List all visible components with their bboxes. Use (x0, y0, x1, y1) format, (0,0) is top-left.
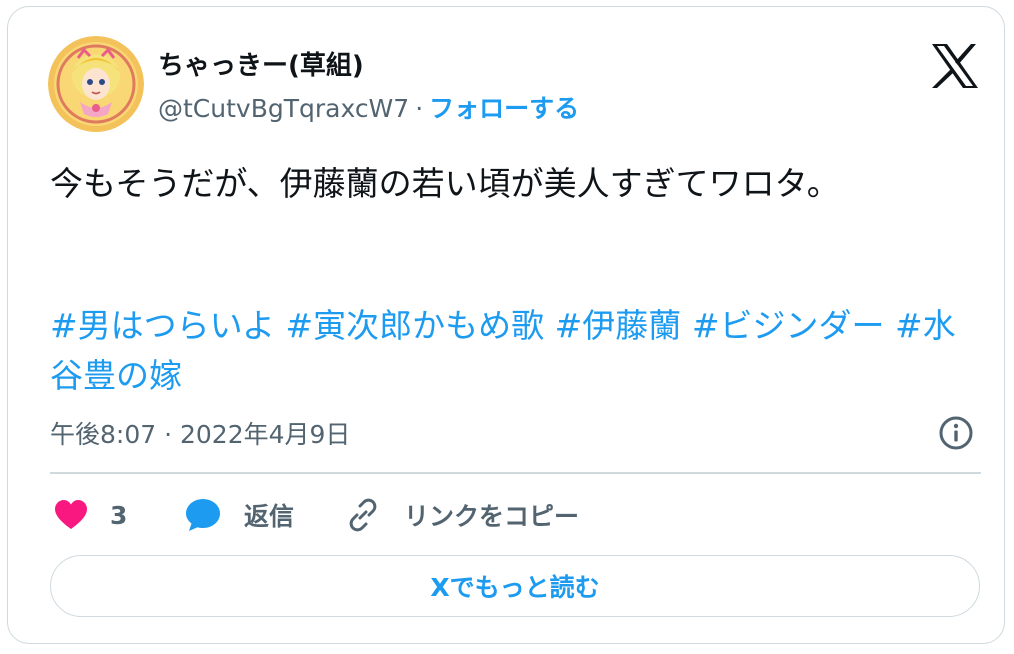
hashtag-link[interactable]: #男はつらいよ (50, 306, 275, 345)
copy-link-label: リンクをコピー (404, 502, 580, 531)
hashtag-link[interactable]: #寅次郎かもめ歌 (286, 306, 545, 345)
author-handle-row: @tCutvBgTqraxcW7 · フォローする (158, 89, 579, 125)
like-button[interactable]: 3 (54, 495, 127, 535)
tweet-text: 今もそうだが、伊藤蘭の若い頃が美人すぎてワロタ。 (50, 164, 840, 203)
like-count: 3 (110, 500, 128, 530)
copy-link-button[interactable]: リンクをコピー (346, 495, 579, 535)
x-logo-icon[interactable] (930, 43, 980, 89)
hashtag-list: #男はつらいよ #寅次郎かもめ歌 #伊藤蘭 #ビジンダー #水谷豊の嫁 (50, 301, 980, 401)
heart-icon (55, 500, 87, 529)
separator-dot: · (415, 94, 424, 123)
divider (50, 472, 981, 474)
follow-button[interactable]: フォローする (429, 94, 579, 123)
author-avatar[interactable] (48, 36, 144, 132)
reply-bubble-icon (186, 499, 220, 531)
read-more-button[interactable]: Xでもっと読む (50, 555, 980, 617)
reply-button[interactable]: 返信 (184, 495, 294, 535)
info-icon[interactable] (938, 415, 974, 451)
tweet-embed-card: ちゃっきー(草組) @tCutvBgTqraxcW7 · フォローする 今もそうだが… (7, 6, 1005, 644)
hashtag-link[interactable]: #ビジンダー (692, 306, 885, 345)
tweet-timestamp[interactable]: 午後8:07 · 2022年4月9日 (50, 415, 350, 451)
author-handle[interactable]: @tCutvBgTqraxcW7 (158, 94, 409, 123)
character-avatar-icon (48, 36, 144, 132)
reply-label: 返信 (244, 502, 295, 531)
author-display-name[interactable]: ちゃっきー(草組) (158, 45, 364, 82)
link-icon (349, 498, 377, 532)
hashtag-link[interactable]: #伊藤蘭 (555, 306, 682, 345)
